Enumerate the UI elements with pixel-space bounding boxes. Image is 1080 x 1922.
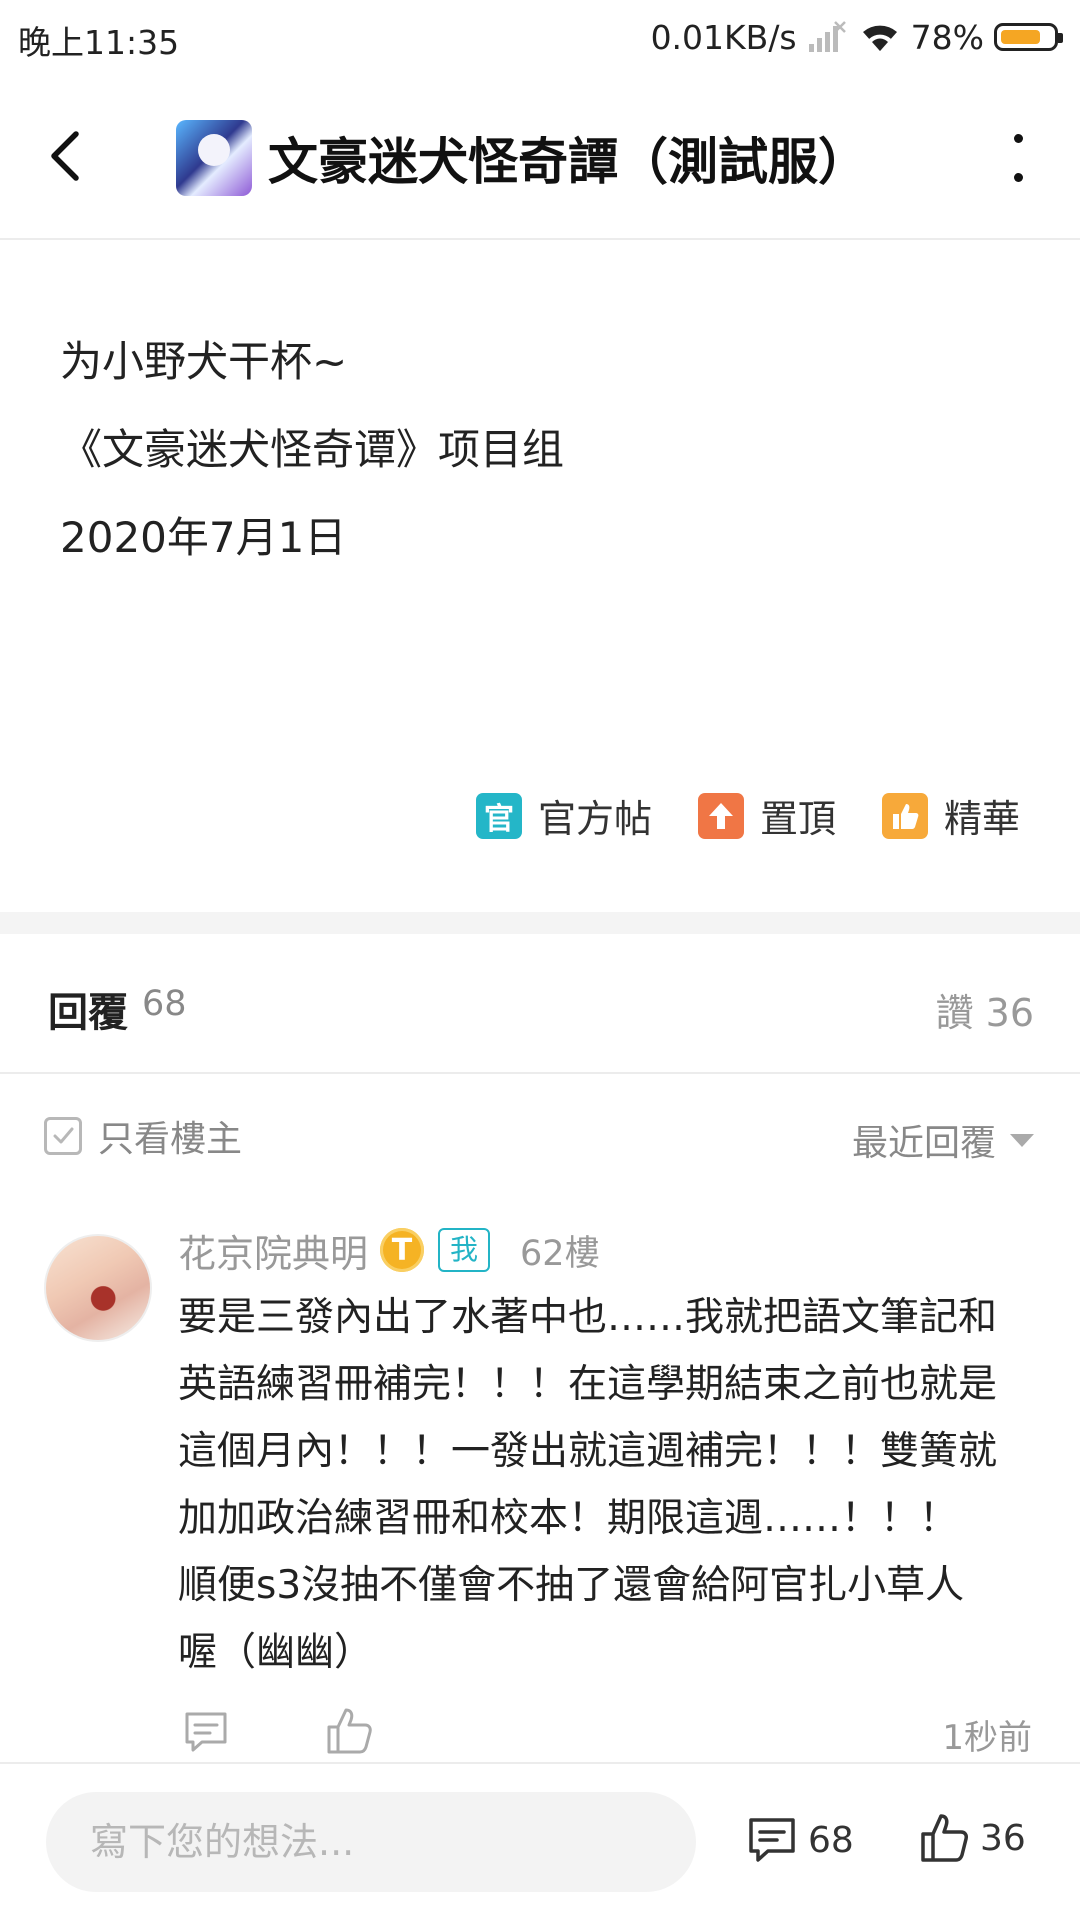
thumbs-up-icon[interactable] (324, 1706, 374, 1756)
like-button[interactable]: 36 (918, 1812, 1026, 1864)
reply-icon[interactable] (182, 1708, 230, 1756)
comment-header: 花京院典明 T 我 62樓 (178, 1222, 600, 1278)
wifi-icon (862, 25, 897, 51)
comment-icon (749, 1818, 795, 1862)
comment-line: 喔（幽幽） (178, 1630, 374, 1675)
replies-title: 回覆 (48, 990, 128, 1036)
official-badge-icon: 官 (475, 792, 522, 839)
tag-pinned: 置頂 (697, 788, 836, 843)
comment-input[interactable] (46, 1792, 696, 1892)
post-body: 为小野犬干杯~ 《文豪迷犬怪奇谭》项目组 2020年7月1日 (60, 318, 564, 582)
tag-label: 精華 (943, 797, 1020, 841)
battery-level-fill (1001, 30, 1040, 44)
comments-button[interactable]: 68 (746, 1814, 854, 1866)
post-tags: 官 官方帖 置頂 精華 (430, 788, 1020, 843)
comment-count: 68 (808, 1819, 854, 1861)
page-title: 文豪迷犬怪奇譚（測試服） (268, 133, 868, 191)
sort-dropdown[interactable]: 最近回覆 (852, 1114, 1034, 1166)
checkbox-icon[interactable] (44, 1117, 82, 1155)
replies-header: 回覆 68 讚 36 (0, 934, 1080, 1074)
replies-count: 68 (142, 984, 187, 1024)
chevron-down-icon (1010, 1133, 1034, 1147)
post-line: 为小野犬干杯~ (60, 337, 348, 386)
network-speed: 0.01KB/s (650, 17, 797, 57)
status-time: 晚上11:35 (18, 23, 180, 62)
tag-label: 官方帖 (537, 797, 652, 841)
game-avatar (176, 120, 252, 196)
comment-line: 順便s3沒抽不僅會不抽了還會給阿官扎小草人 (178, 1563, 965, 1608)
floor-number: 62樓 (520, 1233, 600, 1274)
level-badge-icon: T (380, 1228, 425, 1272)
comment-line: 這個月內！！！一發出就這週補完！！！雙簧就 (178, 1429, 998, 1474)
filter-row: 只看樓主 最近回覆 (0, 1074, 1080, 1198)
signal-icon (808, 21, 846, 52)
comment-body[interactable]: 要是三發內出了水著中也……我就把語文筆記和 英語練習冊補完！！！在這學期結束之前… (178, 1284, 1038, 1686)
battery-percent: 78% (910, 17, 984, 57)
me-badge: 我 (438, 1228, 491, 1272)
check-icon (53, 1127, 74, 1144)
avatar[interactable] (44, 1234, 152, 1342)
comment-line: 加加政治練習冊和校本！期限這週……！！！ (178, 1496, 959, 1541)
tag-label: 置頂 (759, 797, 836, 841)
comment-line: 英語練習冊補完！！！在這學期結束之前也就是 (178, 1362, 998, 1407)
more-dot (1013, 173, 1023, 182)
more-dot (1013, 134, 1023, 143)
likes-count[interactable]: 讚 36 (936, 982, 1034, 1037)
comment-username[interactable]: 花京院典明 (178, 1223, 368, 1278)
like-count: 36 (980, 1817, 1026, 1859)
thumbs-up-icon (892, 803, 919, 829)
battery-tip (1058, 33, 1063, 43)
tag-official: 官 官方帖 (475, 788, 652, 843)
sort-label: 最近回覆 (851, 1123, 996, 1164)
comment-line: 要是三發內出了水著中也……我就把語文筆記和 (178, 1295, 998, 1340)
op-only-toggle[interactable]: 只看樓主 (44, 1110, 242, 1162)
arrow-up-icon (708, 802, 733, 829)
battery-icon (994, 23, 1063, 51)
back-arrow-icon[interactable] (40, 124, 96, 188)
thumbs-up-icon (921, 1814, 968, 1862)
post-line: 《文豪迷犬怪奇谭》项目组 (60, 425, 565, 474)
op-only-label: 只看樓主 (98, 1119, 243, 1160)
status-right: 0.01KB/s 78% (650, 14, 1063, 60)
post-line: 2020年7月1日 (60, 513, 347, 562)
comment-timestamp: 1秒前 (942, 1718, 1032, 1758)
pinned-badge-icon (697, 792, 744, 839)
tag-featured: 精華 (881, 788, 1020, 843)
more-vertical-icon[interactable] (1006, 134, 1030, 182)
app-header: 文豪迷犬怪奇譚（測試服） (0, 76, 1080, 240)
comment-actions: 1秒前 (178, 1706, 1038, 1762)
section-divider (0, 912, 1080, 934)
featured-badge-icon (881, 792, 928, 839)
status-bar: 晚上11:35 0.01KB/s 78% (0, 0, 1080, 76)
bottom-bar: 68 36 (0, 1762, 1080, 1922)
